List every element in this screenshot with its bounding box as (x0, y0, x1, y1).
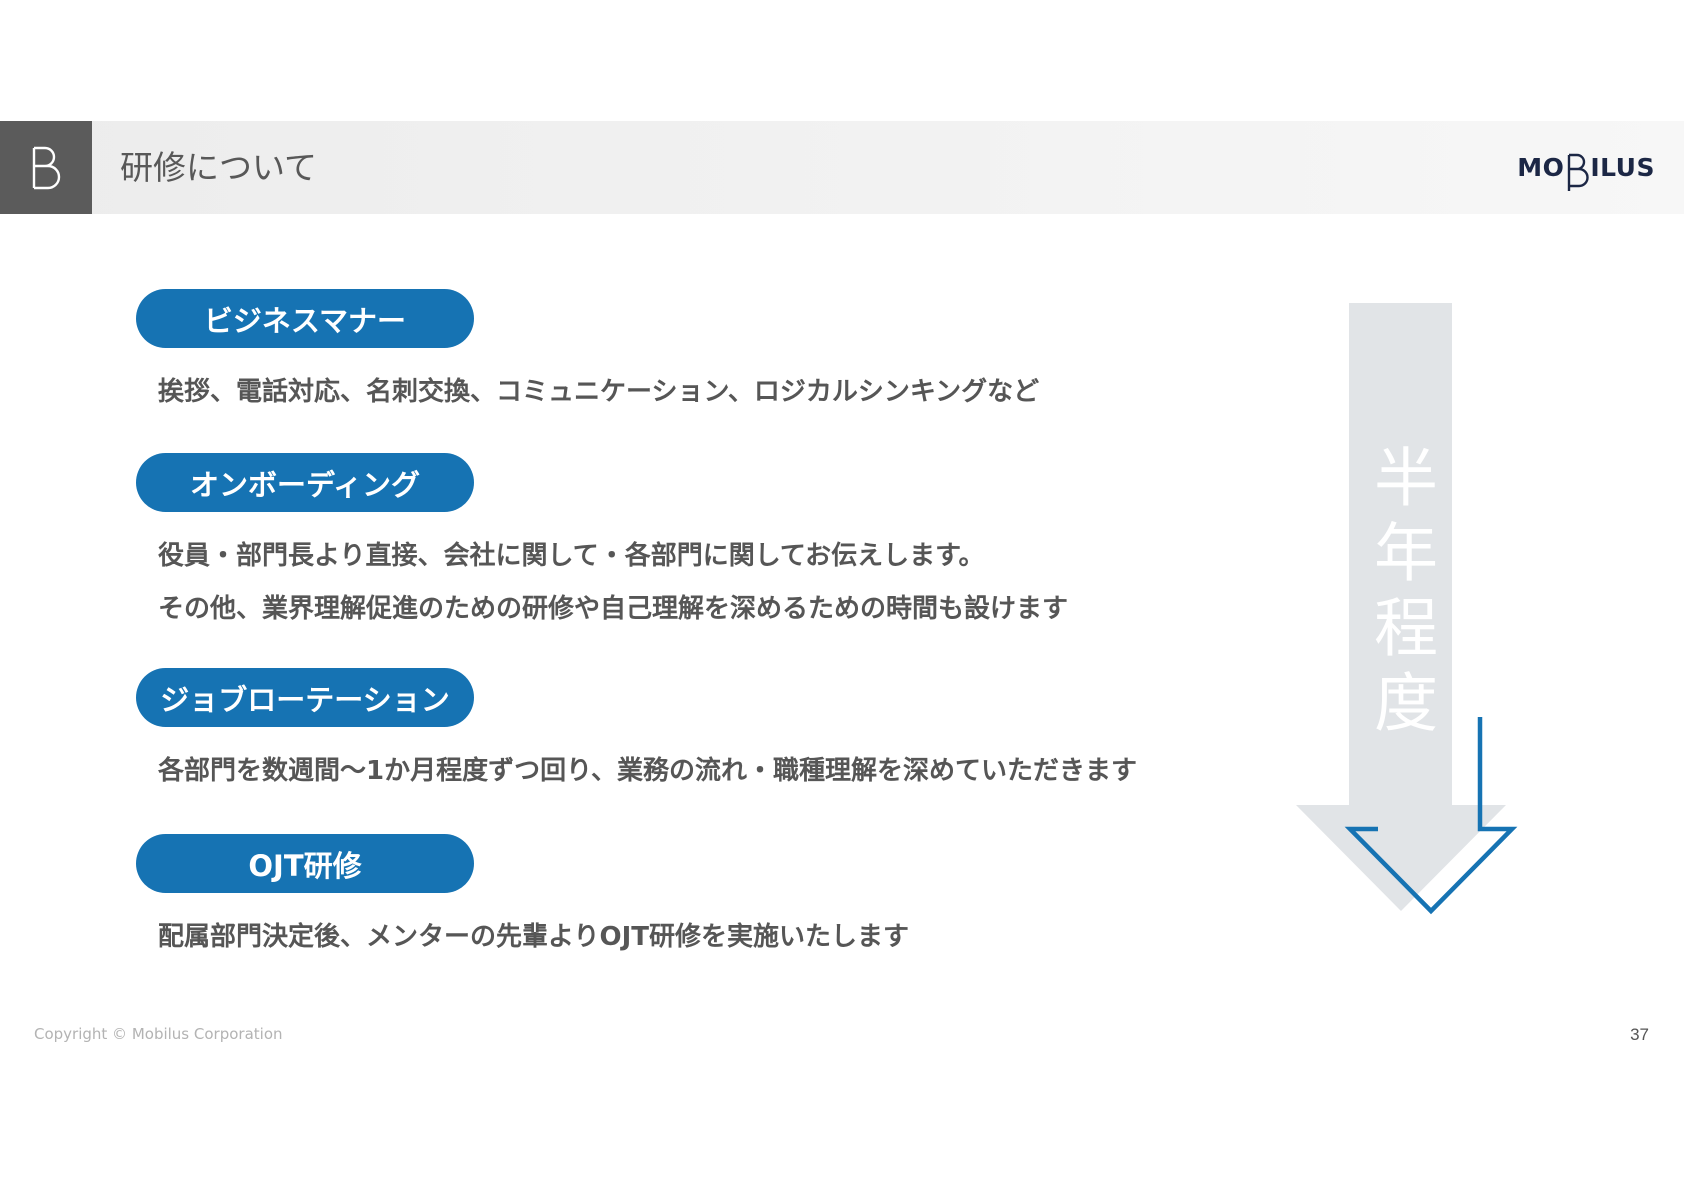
section-text-onboarding-1: 役員・部門長より直接、会社に関して・各部門に関してお伝えします。 (158, 541, 985, 571)
brand-mark (0, 121, 92, 214)
page-title: 研修について (120, 148, 318, 187)
logo-text-suffix: ILUS (1590, 153, 1655, 182)
mobilus-logo: MO ILUS (1517, 121, 1655, 214)
section-text-ojt: 配属部門決定後、メンターの先輩よりOJT研修を実施いたします (158, 922, 909, 952)
timeline-arrow-outline (1344, 717, 1518, 915)
logo-b-icon (1568, 153, 1589, 191)
section-text-job-rotation: 各部門を数週間～1か月程度ずつ回り、業務の流れ・職種理解を深めていただきます (158, 756, 1138, 786)
section-label-business-manners: ビジネスマナー (136, 289, 474, 348)
section-text-onboarding-2: その他、業界理解促進のための研修や自己理解を深めるための時間も設けます (158, 594, 1069, 624)
section-label-ojt: OJT研修 (136, 834, 474, 893)
section-label-onboarding: オンボーディング (136, 453, 474, 512)
b-logo-icon (32, 146, 61, 189)
header-band: 研修について MO ILUS (0, 121, 1684, 214)
page-number: 37 (1630, 1025, 1649, 1044)
logo-text-prefix: MO (1517, 153, 1565, 182)
section-text-business-manners: 挨拶、電話対応、名刺交換、コミュニケーション、ロジカルシンキングなど (158, 377, 1040, 407)
copyright-text: Copyright © Mobilus Corporation (34, 1025, 283, 1043)
section-label-job-rotation: ジョブローテーション (136, 668, 474, 727)
slide: 研修について MO ILUS ビジネスマナー 挨拶、電話対応、名刺交換、コミュニ… (0, 0, 1684, 1191)
timeline-duration-label: 半年程度 (1363, 444, 1437, 744)
